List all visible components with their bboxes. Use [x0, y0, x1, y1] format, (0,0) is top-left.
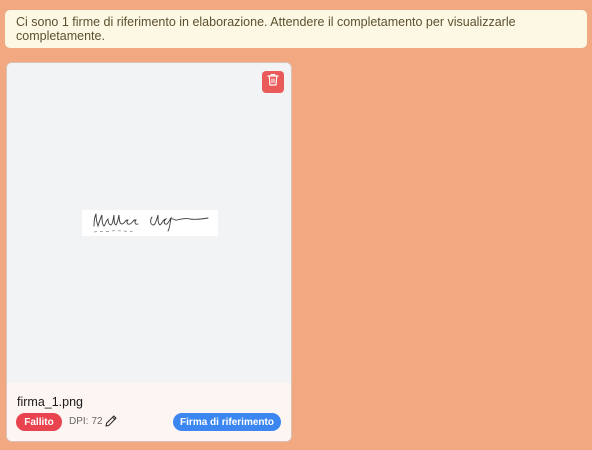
signature-preview [7, 63, 291, 383]
status-badge: Fallito [16, 413, 62, 431]
trash-icon [267, 73, 279, 91]
processing-notice: Ci sono 1 firme di riferimento in elabor… [5, 10, 587, 48]
pencil-icon[interactable] [104, 414, 118, 428]
signature-image [82, 210, 218, 236]
signature-card: firma_1.png Fallito DPI: 72 Firma di rife… [6, 62, 292, 442]
filename: firma_1.png [17, 395, 84, 409]
delete-button[interactable] [262, 71, 284, 93]
dpi-value: 72 [91, 416, 103, 427]
reference-badge: Firma di riferimento [173, 413, 281, 431]
card-footer: firma_1.png Fallito DPI: 72 Firma di rife… [7, 383, 291, 441]
dpi-label: DPI: [69, 416, 89, 427]
processing-notice-text: Ci sono 1 firme di riferimento in elabor… [16, 15, 516, 43]
dpi-info: DPI: 72 [69, 416, 103, 427]
